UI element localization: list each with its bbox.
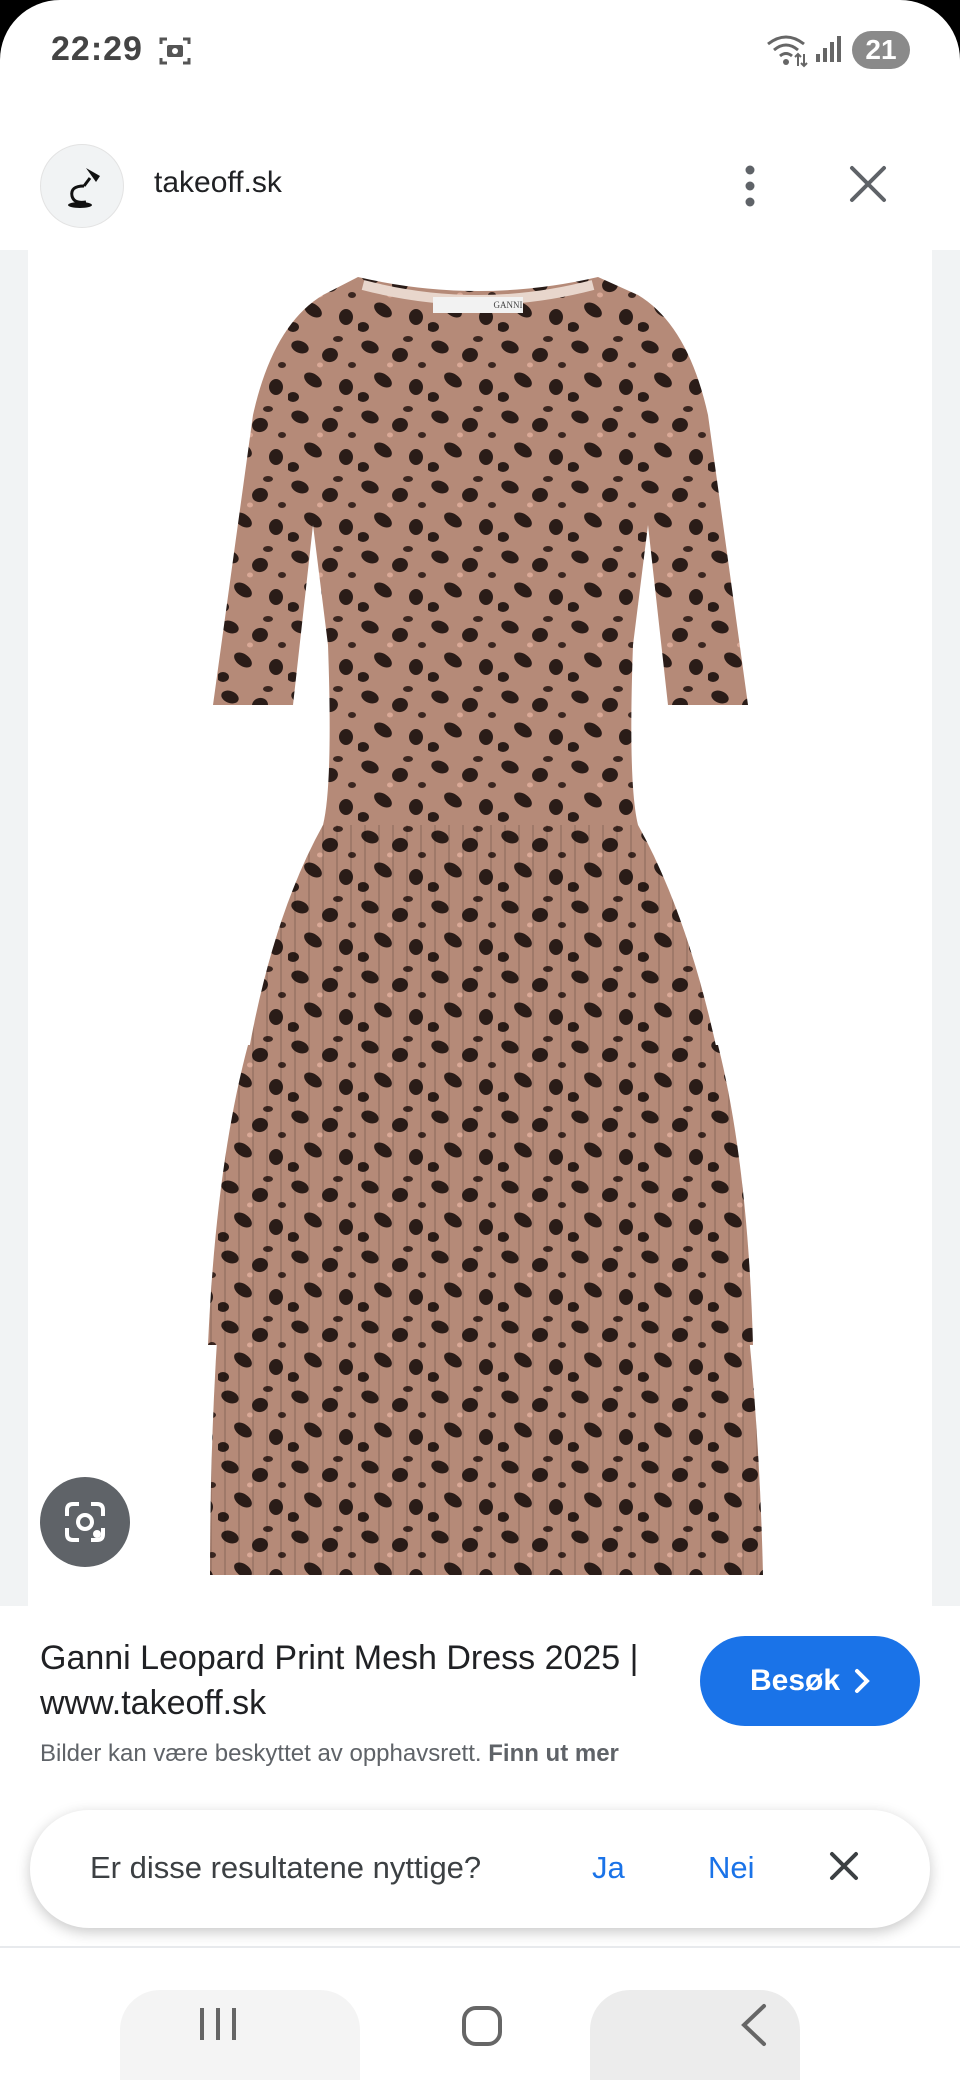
brand-label: GANNI: [493, 300, 523, 310]
site-name[interactable]: takeoff.sk: [154, 166, 282, 200]
feedback-question: Er disse resultatene nyttige?: [90, 1850, 482, 1885]
feedback-card: Er disse resultatene nyttige? Ja Nei: [30, 1810, 930, 1928]
feedback-yes-button[interactable]: Ja: [592, 1850, 625, 1886]
wifi-icon: [764, 32, 808, 73]
clock: 22:29: [51, 30, 143, 68]
visit-label: Besøk: [749, 1664, 841, 1697]
chevron-right-icon: [855, 1669, 870, 1693]
feedback-no-button[interactable]: Nei: [708, 1850, 755, 1886]
learn-more-link[interactable]: Finn ut mer: [488, 1740, 619, 1767]
image-viewer[interactable]: GANNI: [0, 250, 960, 1606]
battery-indicator: 21: [852, 31, 910, 69]
visit-button[interactable]: Besøk: [700, 1636, 920, 1726]
more-vert-icon[interactable]: [736, 162, 764, 215]
viewer-header: takeoff.sk: [0, 100, 960, 250]
screenshot-icon: [158, 34, 192, 73]
product-image[interactable]: [148, 265, 828, 1595]
close-icon[interactable]: [846, 162, 890, 211]
copyright-notice: Bilder kan være beskyttet av opphavsrett…: [40, 1740, 619, 1768]
recent-apps-icon[interactable]: [196, 2004, 240, 2049]
home-icon[interactable]: [460, 2004, 504, 2053]
site-favicon[interactable]: [40, 144, 124, 228]
result-title[interactable]: Ganni Leopard Print Mesh Dress 2025 | ww…: [40, 1636, 640, 1726]
status-bar: 22:29 21: [0, 0, 960, 100]
google-lens-icon: [65, 1502, 105, 1542]
copyright-text: Bilder kan være beskyttet av opphavsrett…: [40, 1740, 482, 1767]
back-icon[interactable]: [736, 2002, 772, 2053]
feedback-close-icon[interactable]: [828, 1850, 860, 1887]
divider: [0, 1946, 960, 1948]
system-navigation-bar: [0, 1980, 960, 2080]
google-lens-button[interactable]: [40, 1477, 130, 1567]
signal-icon: [814, 34, 844, 69]
result-info: Ganni Leopard Print Mesh Dress 2025 | ww…: [0, 1606, 960, 1776]
